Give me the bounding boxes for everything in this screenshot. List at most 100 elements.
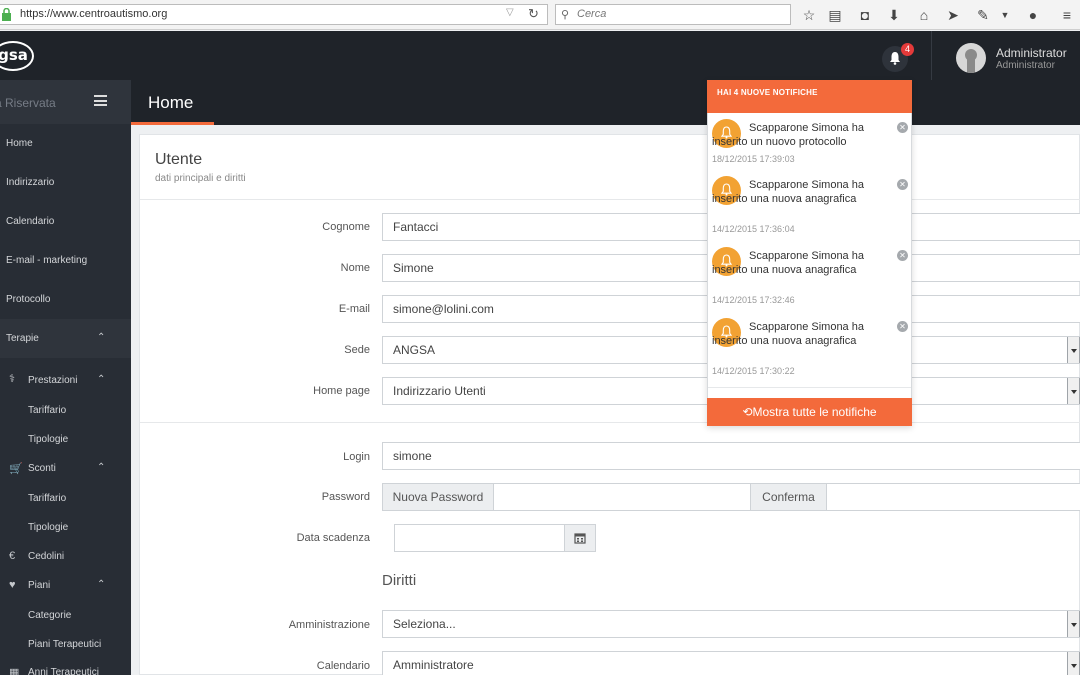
sidebar-item-categorie[interactable]: Categorie (0, 602, 131, 630)
close-icon[interactable]: ✕ (897, 179, 908, 190)
reload-icon[interactable]: ↻ (528, 6, 539, 22)
show-all-label: Mostra tutte le notifiche (752, 405, 877, 419)
sidebar-item-email-marketing[interactable]: E-mail - marketing (0, 241, 131, 280)
notification-item[interactable]: Scapparone Simona ha inserito una nuova … (708, 175, 911, 245)
browser-toolbar: https://www.centroautismo.org ▽ ↻ ⚲ Cerc… (0, 0, 1080, 30)
data-scadenza-label: Data scadenza (296, 532, 370, 544)
calendario-select[interactable]: Amministratore (382, 651, 1080, 675)
notification-time: 14/12/2015 17:32:46 (712, 295, 795, 305)
datepicker-button[interactable] (564, 524, 596, 552)
calendario-value: Amministratore (393, 658, 474, 672)
notifications-divider (708, 387, 911, 388)
notification-text: Scapparone Simona ha inserito una nuova … (712, 321, 864, 347)
sidebar-item-label: Cedolini (28, 551, 65, 562)
user-silhouette-icon (965, 49, 977, 73)
amministrazione-value: Seleziona... (393, 617, 456, 631)
extension-icon[interactable]: ✎ (973, 5, 993, 25)
sidebar-item-terapie[interactable]: Terapie ⌃ (0, 319, 131, 358)
hamburger-menu-icon[interactable] (94, 95, 107, 106)
browser-search-input[interactable]: ⚲ Cerca (555, 4, 791, 25)
notification-time: 18/12/2015 17:39:03 (712, 154, 795, 164)
password-label: Password (321, 491, 370, 503)
new-password-input[interactable] (493, 483, 751, 511)
card-header: Utente dati principali e diritti (140, 135, 1080, 200)
sidebar-title: a Riservata (0, 96, 56, 110)
rights-section-title: Diritti (382, 572, 417, 589)
chevron-down-icon[interactable]: ▼ (995, 5, 1015, 25)
sidebar-item-sconti[interactable]: 🛒 Sconti ⌃ (0, 456, 131, 484)
chat-icon[interactable]: ● (1023, 5, 1043, 25)
cognome-label: Cognome (322, 221, 370, 233)
homepage-value: Indirizzario Utenti (393, 384, 486, 398)
show-all-notifications-button[interactable]: ⟲Mostra tutte le notifiche (707, 398, 912, 426)
search-placeholder: Cerca (577, 8, 607, 20)
sidebar-item-prestazioni[interactable]: ⚕ Prestazioni ⌃ (0, 363, 131, 391)
close-icon[interactable]: ✕ (897, 250, 908, 261)
sidebar-item-anni-terapeutici[interactable]: ▦ Anni Terapeutici (0, 660, 131, 675)
sidebar-item-label: Piani (28, 580, 51, 591)
sidebar-item-tipologie-sconti[interactable]: Tipologie (0, 514, 131, 542)
notification-time: 14/12/2015 17:36:04 (712, 224, 795, 234)
sidebar-item-label: Calendario (6, 216, 55, 227)
sidebar-item-label: Tariffario (28, 405, 67, 416)
sidebar-item-label: Prestazioni (28, 375, 78, 386)
amministrazione-select[interactable]: Seleziona... (382, 610, 1080, 638)
user-name[interactable]: Administrator (996, 46, 1067, 60)
sidebar-item-piani-terapeutici[interactable]: Piani Terapeutici (0, 631, 131, 659)
calendar-icon: ▦ (9, 667, 20, 675)
home-icon[interactable]: ⌂ (914, 5, 934, 25)
card-subtitle: dati principali e diritti (155, 173, 246, 184)
avatar[interactable] (956, 43, 986, 73)
chevron-down-icon[interactable] (1067, 378, 1080, 404)
sidebar-item-piani[interactable]: ♥ Piani ⌃ (0, 572, 131, 600)
notifications-header: HAI 4 NUOVE NOTIFICHE (707, 80, 912, 113)
sidebar-item-label: Categorie (28, 610, 72, 621)
history-icon: ⟲ (742, 405, 753, 419)
chevron-up-icon: ⌃ (97, 462, 106, 473)
app-logo[interactable]: gsa (0, 41, 34, 71)
url-dropdown-icon[interactable]: ▽ (506, 7, 514, 18)
chevron-up-icon: ⌃ (97, 332, 106, 343)
header-divider (931, 31, 932, 80)
chevron-down-icon[interactable] (1067, 611, 1080, 637)
pocket-icon[interactable]: ◘ (855, 5, 875, 25)
sidebar: a Riservata Home Indirizzario Calendario… (0, 80, 131, 675)
sidebar-item-calendario[interactable]: Calendario (0, 202, 131, 241)
chevron-down-icon[interactable] (1067, 337, 1080, 363)
menu-icon[interactable]: ≡ (1057, 5, 1077, 25)
chevron-up-icon: ⌃ (97, 579, 106, 590)
sidebar-item-label: Sconti (28, 463, 56, 474)
notification-item[interactable]: Scapparone Simona ha inserito una nuova … (708, 317, 911, 387)
sidebar-item-protocollo[interactable]: Protocollo (0, 280, 131, 319)
sede-value: ANGSA (393, 343, 436, 357)
send-icon[interactable]: ➤ (943, 5, 963, 25)
data-scadenza-input[interactable] (394, 524, 565, 552)
notification-text: Scapparone Simona ha inserito un nuovo p… (712, 122, 864, 148)
login-label: Login (343, 451, 370, 463)
notification-item[interactable]: Scapparone Simona ha inserito una nuova … (708, 246, 911, 316)
homepage-label: Home page (313, 385, 370, 397)
login-field[interactable]: simone (382, 442, 1080, 470)
sidebar-item-cedolini[interactable]: € Cedolini (0, 543, 131, 571)
sidebar-item-indirizzario[interactable]: Indirizzario (0, 163, 131, 202)
close-icon[interactable]: ✕ (897, 122, 908, 133)
bookmark-star-icon[interactable]: ☆ (799, 5, 819, 25)
sidebar-item-tariffario[interactable]: Tariffario (0, 398, 131, 426)
sidebar-item-home[interactable]: Home (0, 124, 131, 163)
nome-label: Nome (340, 262, 370, 274)
card-title: Utente (155, 151, 203, 168)
active-tab-indicator (131, 122, 214, 125)
download-icon[interactable]: ⬇ (884, 5, 904, 25)
confirm-password-input[interactable] (826, 483, 1080, 511)
user-role: Administrator (996, 60, 1055, 71)
close-icon[interactable]: ✕ (897, 321, 908, 332)
sidebar-item-tipologie[interactable]: Tipologie (0, 427, 131, 455)
address-bar[interactable]: https://www.centroautismo.org ▽ ↻ (0, 4, 548, 25)
reading-list-icon[interactable]: ▤ (825, 5, 845, 25)
sede-label: Sede (344, 344, 370, 356)
chevron-down-icon[interactable] (1067, 652, 1080, 675)
url-text: https://www.centroautismo.org (20, 8, 168, 20)
calendario-label: Calendario (316, 660, 370, 672)
sidebar-item-tariffario-sconti[interactable]: Tariffario (0, 485, 131, 513)
sidebar-item-label: Terapie (6, 333, 39, 344)
